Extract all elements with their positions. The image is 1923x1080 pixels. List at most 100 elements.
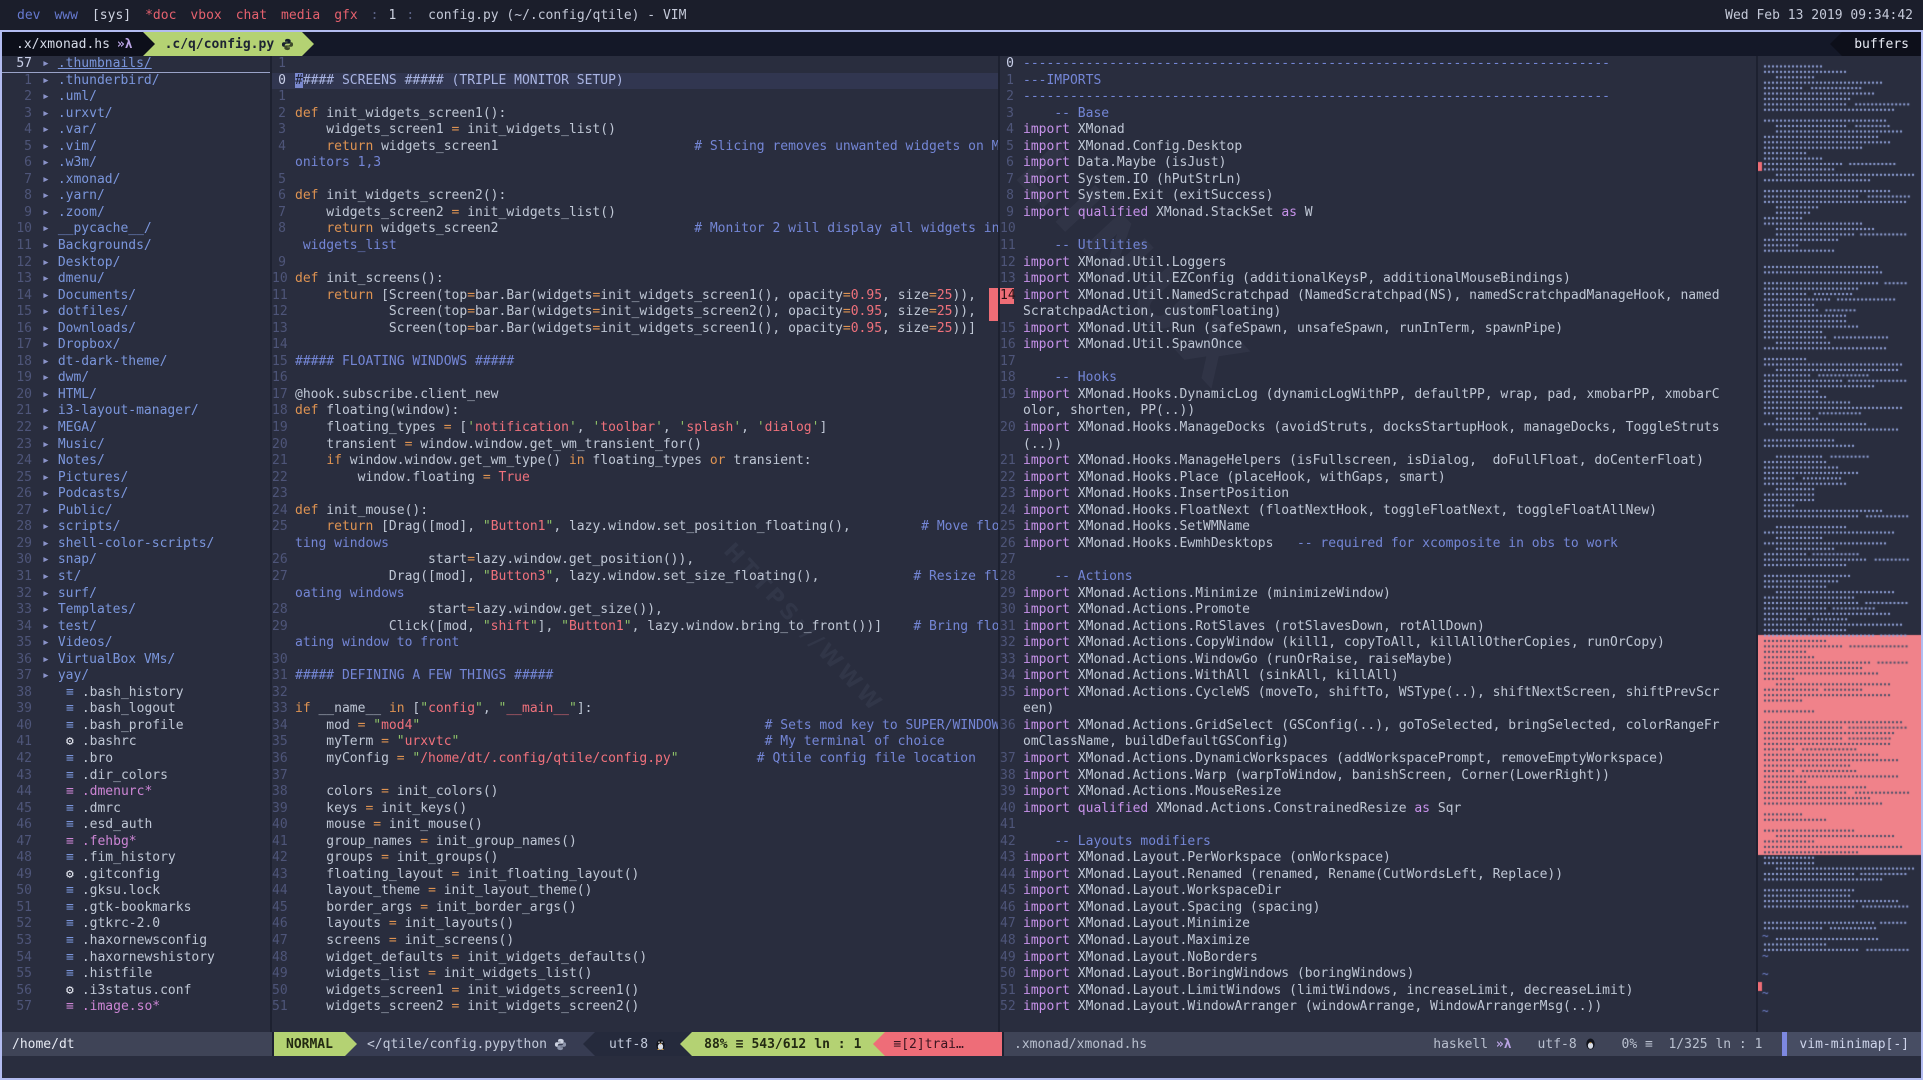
code-line[interactable]: 3 widgets_screen1 = init_widgets_list() [272,122,998,139]
tree-item[interactable]: 2▸.uml/ [2,89,270,106]
tree-item[interactable]: 31▸st/ [2,569,270,586]
code-line[interactable]: 47import XMonad.Layout.Minimize [1000,916,1756,933]
code-line[interactable]: 2---------------------------------------… [1000,89,1756,106]
code-line[interactable]: 14import XMonad.Util.NamedScratchpad (Na… [1000,288,1756,305]
code-line[interactable]: 34 mod = "mod4" # Sets mod key to SUPER/… [272,718,998,735]
code-line[interactable]: 14 [272,337,998,354]
code-line[interactable]: 6import Data.Maybe (isJust) [1000,155,1756,172]
code-line[interactable]: 51 widgets_screen2 = init_widgets_screen… [272,999,998,1016]
tree-item[interactable]: 14▸Documents/ [2,288,270,305]
tree-item[interactable]: 3▸.urxvt/ [2,106,270,123]
code-line[interactable]: 38 colors = init_colors() [272,784,998,801]
tree-item[interactable]: 9▸.zoom/ [2,205,270,222]
code-line[interactable]: 22import XMonad.Hooks.Place (placeHook, … [1000,470,1756,487]
code-line[interactable]: 43import XMonad.Layout.PerWorkspace (onW… [1000,850,1756,867]
tree-item[interactable]: 33▸Templates/ [2,602,270,619]
tree-item[interactable]: 13▸dmenu/ [2,271,270,288]
tree-item[interactable]: 1▸.thunderbird/ [2,73,270,90]
tree-item[interactable]: 15▸dotfiles/ [2,304,270,321]
code-line[interactable]: 31import XMonad.Actions.RotSlaves (rotSl… [1000,619,1756,636]
tree-item[interactable]: 7▸.xmonad/ [2,172,270,189]
code-line[interactable]: 40import qualified XMonad.Actions.Constr… [1000,801,1756,818]
code-line[interactable]: 18 -- Hooks [1000,370,1756,387]
code-line[interactable]: 6def init_widgets_screen2(): [272,188,998,205]
code-line[interactable]: 31##### DEFINING A FEW THINGS ##### [272,668,998,685]
tree-item[interactable]: 44≡.dmenurc* [2,784,270,801]
tree-item[interactable]: 26▸Podcasts/ [2,486,270,503]
tree-item[interactable]: 39≡.bash_logout [2,701,270,718]
code-line[interactable]: 29import XMonad.Actions.Minimize (minimi… [1000,586,1756,603]
code-line[interactable]: 22 window.floating = True [272,470,998,487]
tree-item[interactable]: 52≡.gtkrc-2.0 [2,916,270,933]
code-line[interactable]: 7 widgets_screen2 = init_widgets_list() [272,205,998,222]
code-line[interactable]: 37import XMonad.Actions.DynamicWorkspace… [1000,751,1756,768]
buffers-button[interactable]: buffers [1842,32,1921,56]
tree-item[interactable]: 57≡.image.so* [2,999,270,1016]
code-line[interactable]: 37 [272,768,998,785]
tree-item[interactable]: 22▸MEGA/ [2,420,270,437]
code-line[interactable]: 45import XMonad.Layout.WorkspaceDir [1000,883,1756,900]
code-line[interactable]: 40 mouse = init_mouse() [272,817,998,834]
vim-command-line[interactable] [2,1056,1921,1078]
code-line[interactable]: 50 widgets_screen1 = init_widgets_screen… [272,983,998,1000]
python-editor-pane[interactable]: 10##### SCREENS ##### (TRIPLE MONITOR SE… [272,56,998,1032]
window-separator[interactable] [998,56,1000,1032]
tree-item[interactable]: 5▸.vim/ [2,139,270,156]
code-line[interactable]: 0---------------------------------------… [1000,56,1756,73]
layout-indicator[interactable]: 1 [385,8,401,23]
code-line[interactable]: 25 return [Drag([mod], "Button1", lazy.w… [272,519,998,536]
tree-item[interactable]: 46≡.esd_auth [2,817,270,834]
code-line[interactable]: 28 start=lazy.window.get_size()), [272,602,998,619]
tree-item[interactable]: 11▸Backgrounds/ [2,238,270,255]
code-line[interactable]: 4import XMonad [1000,122,1756,139]
haskell-editor-pane[interactable]: 0---------------------------------------… [1000,56,1756,1032]
code-line[interactable]: 4 return widgets_screen1 # Slicing remov… [272,139,998,156]
workspace-tag-doc[interactable]: *doc [138,8,183,23]
code-line[interactable]: 46 layouts = init_layouts() [272,916,998,933]
code-line[interactable]: 0##### SCREENS ##### (TRIPLE MONITOR SET… [272,73,998,90]
code-line[interactable]: 20 transient = window.window.get_wm_tran… [272,437,998,454]
code-line[interactable]: 11 return [Screen(top=bar.Bar(widgets=in… [272,288,998,305]
tree-item[interactable]: 25▸Pictures/ [2,470,270,487]
code-line[interactable]: 21import XMonad.Hooks.ManageHelpers (isF… [1000,453,1756,470]
tree-item[interactable]: 28▸scripts/ [2,519,270,536]
workspace-tag-vbox[interactable]: vbox [183,8,228,23]
code-line[interactable]: 25import XMonad.Hooks.SetWMName [1000,519,1756,536]
tree-item[interactable]: 43≡.dir_colors [2,768,270,785]
code-line[interactable]: 32 [272,685,998,702]
tree-item[interactable]: 38≡.bash_history [2,685,270,702]
code-line[interactable]: 41 group_names = init_group_names() [272,834,998,851]
code-line[interactable]: 28 -- Actions [1000,569,1756,586]
code-line[interactable]: 1 [272,56,998,73]
tab-config-py-active[interactable]: .c/q/config.py [155,32,303,56]
code-line[interactable]: 16import XMonad.Util.SpawnOnce [1000,337,1756,354]
tree-item[interactable]: 29▸shell-color-scripts/ [2,536,270,553]
code-line[interactable]: 42 -- Layouts modifiers [1000,834,1756,851]
code-line[interactable]: 26import XMonad.Hooks.EwmhDesktops -- re… [1000,536,1756,553]
workspace-tag-media[interactable]: media [274,8,327,23]
code-line[interactable]: 44import XMonad.Layout.Renamed (renamed,… [1000,867,1756,884]
code-line[interactable]: 29 Click([mod, "shift"], "Button1", lazy… [272,619,998,636]
code-line[interactable]: 39 keys = init_keys() [272,801,998,818]
code-line[interactable]: een) [1000,701,1756,718]
code-line[interactable]: 35import XMonad.Actions.CycleWS (moveTo,… [1000,685,1756,702]
tree-item[interactable]: 56⚙.i3status.conf [2,983,270,1000]
tree-item[interactable]: 20▸HTML/ [2,387,270,404]
code-line[interactable]: 17 [1000,354,1756,371]
tab-xmonad-hs[interactable]: .x/xmonad.hs »λ [2,32,143,56]
minimap-canvas[interactable] [1758,56,1921,1032]
tree-item[interactable]: 21▸i3-layout-manager/ [2,403,270,420]
code-line[interactable]: 10def init_screens(): [272,271,998,288]
tree-item[interactable]: 19▸dwm/ [2,370,270,387]
tree-item[interactable]: 30▸snap/ [2,552,270,569]
code-line[interactable]: 26 start=lazy.window.get_position()), [272,552,998,569]
code-line[interactable]: 23 [272,486,998,503]
code-line[interactable]: 19import XMonad.Hooks.DynamicLog (dynami… [1000,387,1756,404]
code-line[interactable]: 44 layout_theme = init_layout_theme() [272,883,998,900]
tree-item[interactable]: 35▸Videos/ [2,635,270,652]
tree-item[interactable]: 24▸Notes/ [2,453,270,470]
code-line[interactable]: 46import XMonad.Layout.Spacing (spacing) [1000,900,1756,917]
code-line[interactable]: 20import XMonad.Hooks.ManageDocks (avoid… [1000,420,1756,437]
code-line[interactable]: 13import XMonad.Util.EZConfig (additiona… [1000,271,1756,288]
code-line[interactable]: 30 [272,652,998,669]
